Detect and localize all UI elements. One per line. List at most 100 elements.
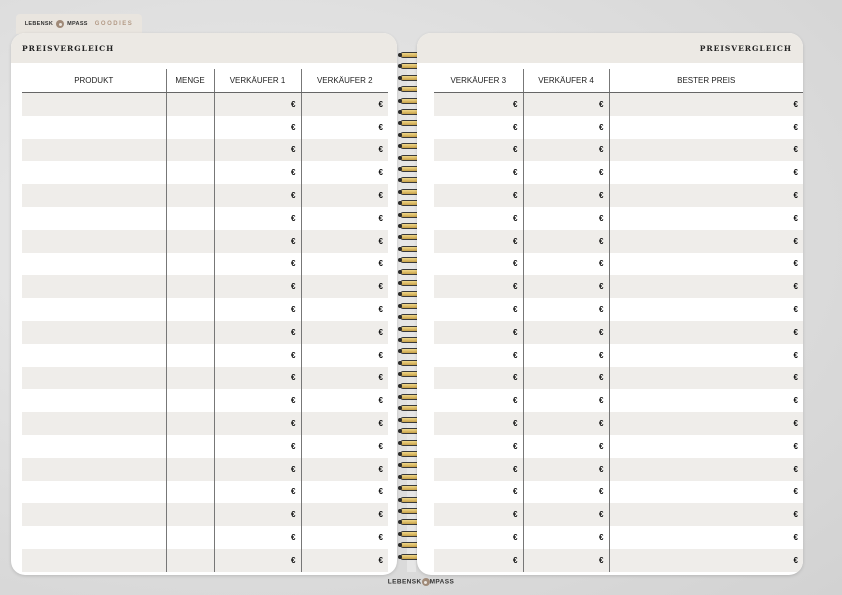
price-cell-verkaeufer-1[interactable]: € — [213, 138, 301, 162]
price-cell-verkaeufer-1[interactable]: € — [213, 548, 301, 572]
price-cell-verkaeufer-1[interactable]: € — [213, 161, 301, 185]
quantity-cell[interactable] — [165, 434, 214, 458]
quantity-cell[interactable] — [165, 229, 214, 253]
price-cell-bester-preis[interactable]: € — [608, 434, 803, 458]
product-cell[interactable] — [22, 344, 166, 367]
price-cell-verkaeufer-3[interactable]: € — [434, 526, 523, 549]
price-cell-verkaeufer-3[interactable]: € — [434, 457, 523, 481]
price-cell-verkaeufer-4[interactable]: € — [522, 412, 609, 435]
price-cell-verkaeufer-4[interactable]: € — [522, 275, 609, 299]
quantity-cell[interactable] — [165, 457, 214, 481]
quantity-cell[interactable] — [165, 252, 214, 276]
product-cell[interactable] — [22, 92, 166, 116]
price-cell-verkaeufer-4[interactable]: € — [522, 548, 609, 572]
price-cell-verkaeufer-2[interactable]: € — [300, 206, 388, 230]
product-cell[interactable] — [22, 320, 166, 344]
price-cell-verkaeufer-3[interactable]: € — [434, 412, 523, 435]
price-cell-verkaeufer-4[interactable]: € — [522, 229, 609, 253]
price-cell-verkaeufer-4[interactable]: € — [522, 161, 609, 185]
quantity-cell[interactable] — [165, 161, 214, 185]
price-cell-bester-preis[interactable]: € — [608, 320, 803, 344]
price-cell-verkaeufer-2[interactable]: € — [300, 229, 388, 253]
price-cell-verkaeufer-3[interactable]: € — [434, 253, 523, 276]
price-cell-verkaeufer-1[interactable]: € — [213, 434, 301, 458]
price-cell-verkaeufer-3[interactable]: € — [434, 116, 523, 139]
price-cell-verkaeufer-3[interactable]: € — [434, 548, 523, 572]
price-cell-verkaeufer-4[interactable]: € — [522, 434, 609, 458]
price-cell-verkaeufer-4[interactable]: € — [522, 298, 609, 321]
price-cell-verkaeufer-1[interactable]: € — [213, 275, 301, 299]
price-cell-verkaeufer-3[interactable]: € — [434, 481, 523, 504]
quantity-cell[interactable] — [165, 412, 214, 435]
product-cell[interactable] — [22, 116, 166, 139]
price-cell-verkaeufer-4[interactable]: € — [522, 366, 609, 390]
price-cell-bester-preis[interactable]: € — [608, 229, 803, 253]
price-cell-verkaeufer-2[interactable]: € — [300, 526, 388, 549]
quantity-cell[interactable] — [165, 206, 214, 230]
price-cell-verkaeufer-3[interactable]: € — [434, 138, 523, 162]
quantity-cell[interactable] — [165, 92, 214, 116]
product-cell[interactable] — [22, 229, 166, 253]
price-cell-verkaeufer-2[interactable]: € — [300, 343, 388, 367]
price-cell-verkaeufer-1[interactable]: € — [213, 206, 301, 230]
price-cell-verkaeufer-4[interactable]: € — [522, 503, 609, 527]
product-cell[interactable] — [22, 481, 166, 504]
price-cell-bester-preis[interactable]: € — [608, 275, 803, 299]
price-cell-verkaeufer-4[interactable]: € — [522, 115, 609, 139]
price-cell-verkaeufer-3[interactable]: € — [434, 344, 523, 367]
product-cell[interactable] — [22, 138, 166, 162]
product-cell[interactable] — [22, 275, 166, 299]
price-cell-bester-preis[interactable]: € — [608, 343, 803, 367]
price-cell-verkaeufer-4[interactable]: € — [522, 92, 609, 116]
product-cell[interactable] — [22, 435, 166, 458]
price-cell-verkaeufer-4[interactable]: € — [522, 138, 609, 162]
product-cell[interactable] — [22, 503, 166, 527]
price-cell-verkaeufer-2[interactable]: € — [300, 389, 388, 413]
price-cell-verkaeufer-2[interactable]: € — [300, 457, 388, 481]
price-cell-verkaeufer-3[interactable]: € — [434, 275, 523, 299]
price-cell-bester-preis[interactable]: € — [608, 366, 803, 390]
price-cell-verkaeufer-2[interactable]: € — [300, 298, 388, 321]
price-cell-verkaeufer-1[interactable]: € — [213, 298, 301, 321]
product-cell[interactable] — [22, 184, 166, 207]
price-cell-verkaeufer-1[interactable]: € — [213, 229, 301, 253]
quantity-cell[interactable] — [165, 275, 214, 299]
price-cell-bester-preis[interactable]: € — [608, 298, 803, 321]
price-cell-verkaeufer-4[interactable]: € — [522, 389, 609, 413]
product-cell[interactable] — [22, 207, 166, 230]
price-cell-bester-preis[interactable]: € — [608, 206, 803, 230]
price-cell-verkaeufer-4[interactable]: € — [522, 184, 609, 207]
price-cell-verkaeufer-2[interactable]: € — [300, 412, 388, 435]
price-cell-bester-preis[interactable]: € — [608, 115, 803, 139]
price-cell-verkaeufer-1[interactable]: € — [213, 412, 301, 435]
price-cell-verkaeufer-4[interactable]: € — [522, 343, 609, 367]
price-cell-verkaeufer-2[interactable]: € — [300, 434, 388, 458]
price-cell-verkaeufer-1[interactable]: € — [213, 480, 301, 504]
price-cell-bester-preis[interactable]: € — [608, 92, 803, 116]
price-cell-verkaeufer-3[interactable]: € — [434, 207, 523, 230]
price-cell-verkaeufer-1[interactable]: € — [213, 252, 301, 276]
quantity-cell[interactable] — [165, 298, 214, 321]
price-cell-verkaeufer-2[interactable]: € — [300, 92, 388, 116]
price-cell-verkaeufer-2[interactable]: € — [300, 184, 388, 207]
quantity-cell[interactable] — [165, 138, 214, 162]
price-cell-verkaeufer-4[interactable]: € — [522, 206, 609, 230]
price-cell-bester-preis[interactable]: € — [608, 480, 803, 504]
quantity-cell[interactable] — [165, 503, 214, 527]
price-cell-verkaeufer-1[interactable]: € — [213, 320, 301, 344]
price-cell-verkaeufer-3[interactable]: € — [434, 298, 523, 321]
quantity-cell[interactable] — [165, 389, 214, 413]
quantity-cell[interactable] — [165, 184, 214, 207]
price-cell-verkaeufer-2[interactable]: € — [300, 115, 388, 139]
price-cell-verkaeufer-3[interactable]: € — [434, 366, 523, 390]
price-cell-verkaeufer-1[interactable]: € — [213, 92, 301, 116]
price-cell-verkaeufer-1[interactable]: € — [213, 115, 301, 139]
price-cell-verkaeufer-1[interactable]: € — [213, 503, 301, 527]
price-cell-bester-preis[interactable]: € — [608, 184, 803, 207]
price-cell-verkaeufer-2[interactable]: € — [300, 161, 388, 185]
price-cell-verkaeufer-2[interactable]: € — [300, 275, 388, 299]
product-cell[interactable] — [22, 457, 166, 481]
price-cell-bester-preis[interactable]: € — [608, 457, 803, 481]
product-cell[interactable] — [22, 161, 166, 184]
price-cell-verkaeufer-3[interactable]: € — [434, 320, 523, 344]
